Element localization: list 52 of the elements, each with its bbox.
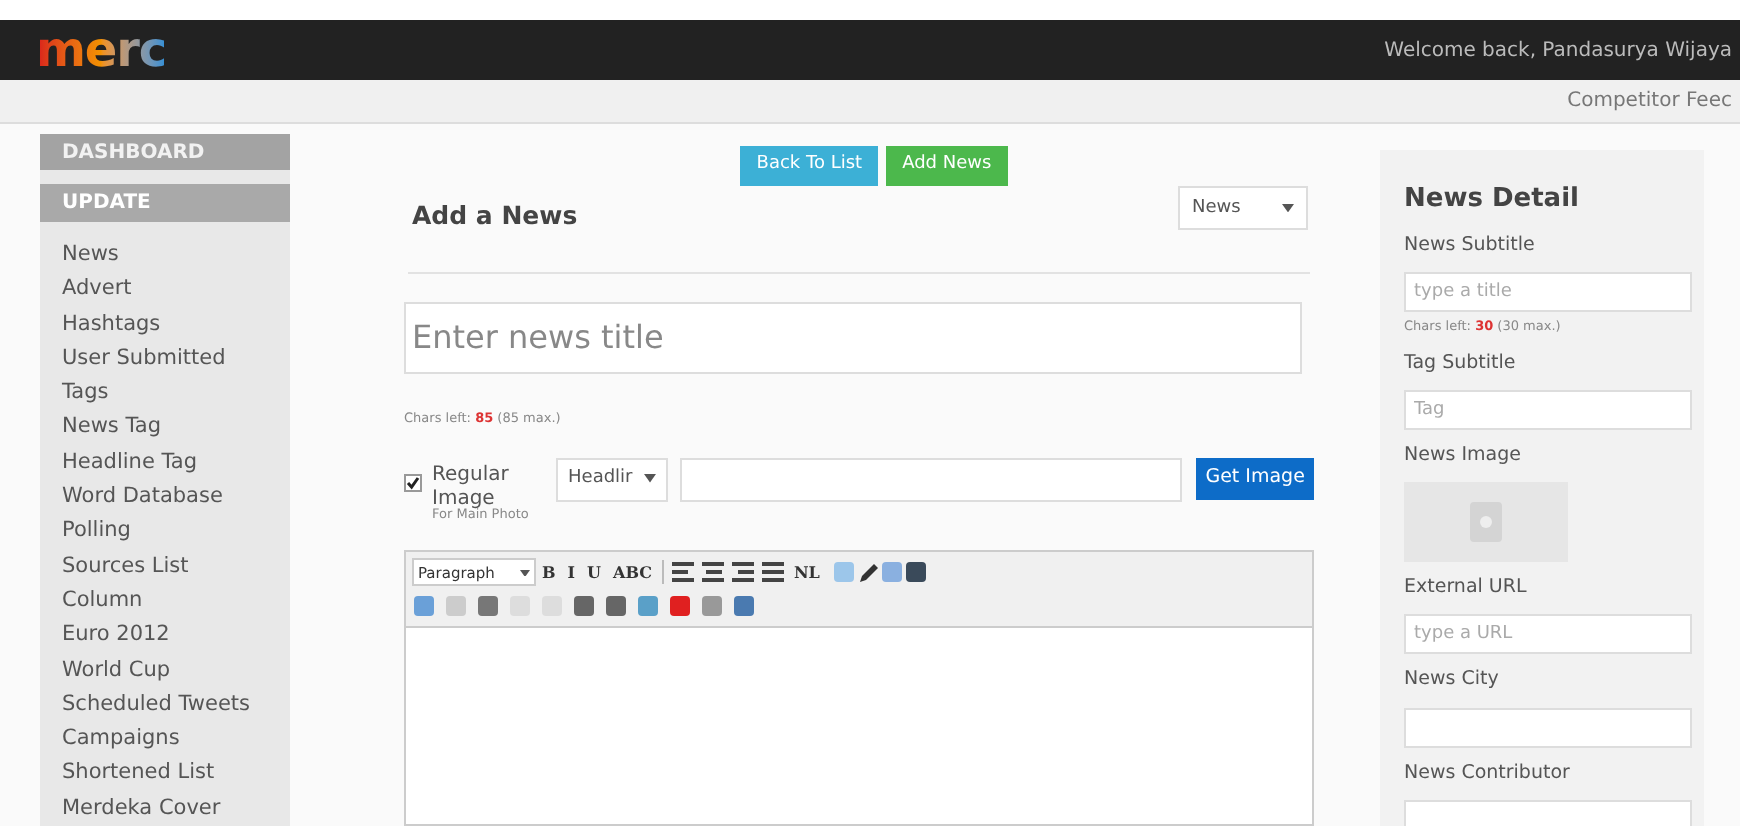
sidebar-item[interactable]: News: [62, 237, 290, 273]
sidebar-item[interactable]: Column: [62, 583, 290, 619]
get-image-button[interactable]: Get Image: [1196, 457, 1314, 499]
format-button[interactable]: I: [561, 560, 582, 585]
image-select[interactable]: Headlir: [556, 457, 669, 501]
image-placeholder-icon: [1404, 482, 1568, 562]
field-label: News Image: [1404, 441, 1523, 470]
format-button[interactable]: U: [581, 560, 607, 585]
form-title: Add a News: [412, 198, 578, 234]
welcome-text: Welcome back, Pandasurya Wijaya: [1384, 37, 1732, 65]
caret-icon: [1282, 204, 1294, 213]
sidebar-item[interactable]: Headline Tag: [62, 445, 290, 481]
caret-icon: [644, 474, 657, 484]
sidebar-item[interactable]: News Tag: [62, 410, 290, 446]
sidebar-item[interactable]: Hashtags: [62, 307, 290, 342]
checkbox-label: Regular Image: [432, 463, 509, 509]
caret-icon: [520, 569, 530, 576]
format-button[interactable]: NL: [787, 560, 826, 585]
sidebar-item[interactable]: Shortened List: [62, 756, 290, 792]
align-center-icon[interactable]: [701, 562, 724, 583]
title-field[interactable]: Enter news title: [404, 301, 1302, 374]
detail-field[interactable]: [1404, 707, 1692, 747]
field-label: Tag Subtitle: [1404, 349, 1518, 377]
detail-field[interactable]: type a title: [1404, 271, 1692, 312]
detail-field[interactable]: type a URL: [1404, 614, 1692, 655]
align-right-icon[interactable]: [731, 562, 754, 583]
sidebar-item[interactable]: Merdeka Cover: [62, 791, 290, 826]
type-select[interactable]: News: [1178, 186, 1308, 231]
sidebar-item[interactable]: Polling: [62, 514, 290, 550]
panel-title: News Detail: [1404, 182, 1581, 218]
sidebar-item[interactable]: Scheduled Tweets: [62, 687, 290, 723]
sidebar-item[interactable]: Advert: [62, 272, 290, 308]
sidebar-item[interactable]: Tags: [62, 376, 290, 411]
format-button[interactable]: B: [536, 560, 562, 585]
sidebar-item[interactable]: Sources List: [62, 549, 290, 584]
pencil-icon[interactable]: [855, 560, 880, 585]
sidebar-item[interactable]: Euro 2012: [62, 618, 290, 653]
field-label: News City: [1404, 666, 1501, 695]
field-label: News Contributor: [1404, 759, 1572, 787]
sidebar-item[interactable]: World Cup: [62, 653, 290, 688]
sidebar-item[interactable]: User Submitted: [62, 341, 290, 377]
image-url-field[interactable]: [680, 457, 1183, 501]
align-justify-icon[interactable]: [761, 562, 784, 583]
field-label: News Subtitle: [1404, 231, 1537, 259]
sidebar-item[interactable]: Campaigns: [62, 722, 290, 757]
field-label: External URL: [1404, 574, 1529, 602]
align-left-icon[interactable]: [671, 562, 694, 583]
detail-field[interactable]: Tag: [1404, 389, 1692, 430]
nav-link[interactable]: Competitor Feec: [1567, 86, 1732, 116]
sidebar-item[interactable]: Word Database: [62, 480, 290, 515]
format-button[interactable]: ABC: [607, 560, 658, 585]
regular-image-checkbox[interactable]: [404, 473, 422, 491]
